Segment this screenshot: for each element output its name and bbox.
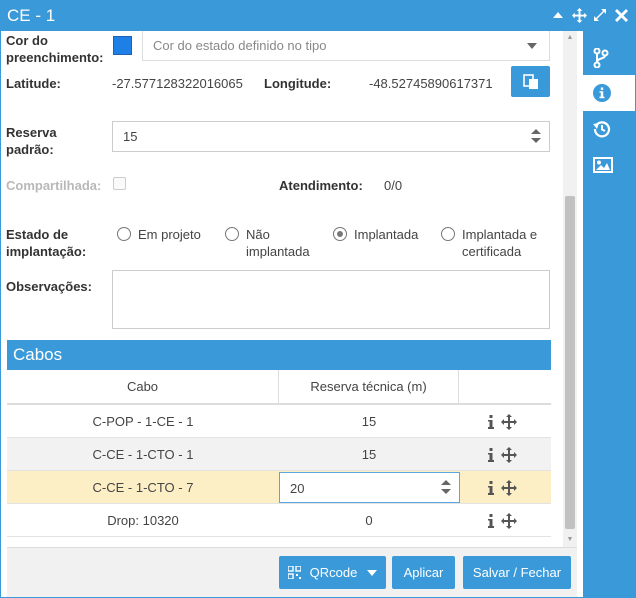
- images-tab[interactable]: [583, 147, 635, 183]
- longitude-value: -48.52745890617371: [369, 76, 493, 91]
- info-icon[interactable]: [487, 447, 495, 462]
- latitude-label: Latitude:: [6, 76, 61, 91]
- cable-name: C-CE - 1-CTO - 7: [92, 480, 194, 495]
- move-icon[interactable]: [501, 413, 517, 430]
- qrcode-dropdown-button[interactable]: QRcode: [279, 556, 386, 589]
- cables-table: Cabo Reserva técnica (m) C-POP - 1-CE - …: [7, 370, 551, 537]
- move-icon[interactable]: [501, 446, 517, 463]
- scroll-down-arrow[interactable]: ▼: [563, 533, 577, 547]
- default-reserve-input[interactable]: 15: [112, 121, 550, 152]
- attendance-label: Atendimento:: [279, 178, 363, 193]
- copy-icon: [522, 73, 538, 89]
- cables-section-header: Cabos: [7, 340, 551, 370]
- radio-nao-implantada[interactable]: [225, 227, 239, 241]
- window-title: CE - 1: [7, 6, 56, 25]
- fill-color-label: Cor do preenchimento:: [6, 33, 104, 65]
- info-icon[interactable]: [487, 480, 495, 495]
- default-reserve-label: Reserva padrão:: [6, 125, 57, 157]
- cable-name: C-CE - 1-CTO - 1: [92, 447, 194, 462]
- caret-up-icon[interactable]: [550, 7, 566, 23]
- radio-implantada-label: Implantada: [354, 227, 419, 242]
- info-icon[interactable]: [487, 414, 495, 429]
- form-content: Cor do preenchimento: Cor do estado defi…: [1, 31, 583, 597]
- caret-down-icon: [367, 569, 378, 576]
- notes-textarea[interactable]: [112, 270, 550, 329]
- row-actions: [487, 471, 537, 504]
- radio-em-projeto-label: Em projeto: [138, 227, 201, 242]
- row-actions: [487, 438, 537, 471]
- title-bar-controls: [550, 7, 629, 23]
- vertical-scrollbar[interactable]: ▲ ▼: [563, 31, 577, 547]
- scrollbar-thumb[interactable]: [565, 196, 575, 529]
- chevron-down-icon: [527, 43, 537, 49]
- image-icon: [593, 157, 613, 173]
- deployment-state-label: Estado de implantação:: [6, 227, 87, 259]
- history-tab[interactable]: [583, 111, 635, 147]
- column-header-cable[interactable]: Cabo: [7, 370, 279, 403]
- cable-reserve-input[interactable]: 20: [279, 472, 460, 503]
- move-icon[interactable]: [501, 479, 517, 496]
- notes-label: Observações:: [6, 279, 92, 294]
- latitude-value: -27.577128322016065: [112, 76, 243, 91]
- radio-implantada-certificada[interactable]: [441, 227, 455, 241]
- title-bar[interactable]: CE - 1: [1, 1, 635, 31]
- dialog-footer: QRcode Aplicar Salvar / Fechar: [7, 547, 577, 597]
- info-circle-icon: [593, 84, 611, 102]
- radio-nao-implantada-label: Não implantada: [246, 227, 310, 259]
- default-reserve-value: 15: [123, 129, 138, 144]
- copy-coordinates-button[interactable]: [511, 66, 550, 97]
- longitude-label: Longitude:: [264, 76, 332, 91]
- apply-button[interactable]: Aplicar: [392, 556, 455, 589]
- qrcode-icon: [287, 566, 301, 579]
- table-row[interactable]: Drop: 10320 0: [7, 504, 551, 537]
- qrcode-label: QRcode: [309, 565, 358, 580]
- cable-name: Drop: 10320: [107, 513, 179, 528]
- close-icon[interactable]: [613, 7, 629, 23]
- number-stepper[interactable]: [531, 129, 541, 143]
- shared-label: Compartilhada:: [6, 178, 102, 193]
- number-stepper[interactable]: [441, 480, 451, 494]
- radio-implantada-certificada-label: Implantada e certificada: [462, 227, 538, 259]
- cable-reserve: 15: [361, 414, 377, 429]
- fill-color-select-value: Cor do estado definido no tipo: [153, 38, 327, 53]
- side-tab-bar: [583, 31, 635, 597]
- row-actions: [487, 504, 537, 537]
- info-tab[interactable]: [583, 75, 635, 111]
- move-icon[interactable]: [501, 512, 517, 529]
- radio-implantada[interactable]: [333, 227, 347, 241]
- row-actions: [487, 405, 537, 438]
- move-icon[interactable]: [571, 7, 587, 23]
- column-header-reserve[interactable]: Reserva técnica (m): [279, 370, 459, 403]
- expand-icon[interactable]: [592, 7, 608, 23]
- table-row[interactable]: C-CE - 1-CTO - 1 15: [7, 438, 551, 471]
- table-header: Cabo Reserva técnica (m): [7, 370, 551, 405]
- fill-color-swatch[interactable]: [113, 36, 132, 55]
- cable-reserve-input-value: 20: [290, 481, 305, 496]
- branch-icon: [593, 48, 609, 68]
- scroll-up-arrow[interactable]: ▲: [563, 31, 577, 45]
- radio-em-projeto[interactable]: [117, 227, 131, 241]
- dialog-window: CE - 1 Cor do preenchimento: Cor do esta…: [0, 0, 636, 598]
- info-icon[interactable]: [487, 513, 495, 528]
- history-icon: [593, 121, 611, 138]
- table-row[interactable]: C-POP - 1-CE - 1 15: [7, 405, 551, 438]
- cable-name: C-POP - 1-CE - 1: [92, 414, 194, 429]
- save-close-button[interactable]: Salvar / Fechar: [463, 556, 571, 589]
- table-row-selected[interactable]: C-CE - 1-CTO - 7 20: [7, 471, 551, 504]
- shared-checkbox[interactable]: [113, 177, 126, 190]
- attendance-value: 0/0: [384, 178, 403, 193]
- cable-reserve: 15: [361, 447, 377, 462]
- topology-tab[interactable]: [583, 40, 635, 76]
- cable-reserve: 0: [365, 513, 373, 528]
- fill-color-select[interactable]: Cor do estado definido no tipo: [142, 31, 550, 61]
